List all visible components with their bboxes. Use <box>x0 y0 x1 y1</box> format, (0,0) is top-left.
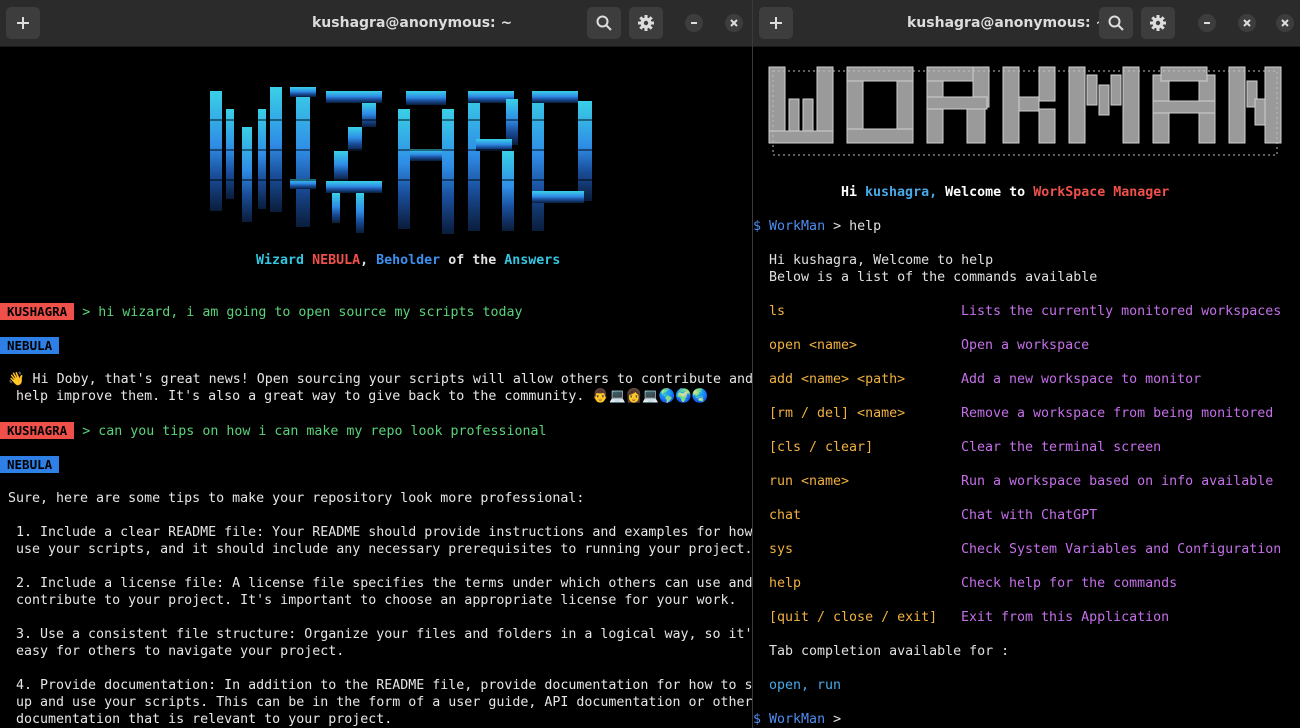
search-button[interactable] <box>587 7 621 39</box>
bot-reply-line: help improve them. It's also a great way… <box>8 389 709 404</box>
bot-reply-line: 4. Provide documentation: In addition to… <box>8 678 752 693</box>
command-name: [quit / close / exit] <box>769 610 938 625</box>
bot-reply-line: 👋 Hi Doby, that's great news! Open sourc… <box>8 372 752 387</box>
minimize-button[interactable] <box>1198 14 1216 32</box>
command-description: Check help for the commands <box>961 576 1178 591</box>
bot-reply-line: Sure, here are some tips to make your re… <box>8 491 585 506</box>
search-icon <box>1108 15 1124 31</box>
command-description: Run a workspace based on info available <box>961 474 1274 489</box>
workman-banner-art <box>768 66 1282 156</box>
command-name: open <name> <box>769 338 858 353</box>
maximize-button[interactable] <box>1238 14 1256 32</box>
search-icon <box>596 15 612 31</box>
bot-reply-line: easy for others to navigate your project… <box>8 644 345 659</box>
command-description: Chat with ChatGPT <box>961 508 1098 523</box>
tab-completion-values: open, run <box>769 678 842 693</box>
command-description: Exit from this Application <box>961 610 1170 625</box>
command-description: Check System Variables and Configuration <box>961 542 1282 557</box>
bot-reply-line: use your scripts, and it should include … <box>8 542 752 557</box>
wizard-subtitle: Wizard NEBULA, Beholder of the Answers <box>256 253 561 268</box>
terminal-output[interactable]: Hi kushagra, Welcome to WorkSpace Manage… <box>753 47 1300 728</box>
prompt-line: $ WorkMan > help <box>753 219 882 234</box>
command-description: Open a workspace <box>961 338 1090 353</box>
gear-icon <box>638 15 654 31</box>
tab-completion-label: Tab completion available for : <box>769 644 1010 659</box>
command-name: run <name> <box>769 474 850 489</box>
plus-icon <box>770 17 782 29</box>
bot-badge: NEBULA <box>0 456 60 473</box>
terminal-window-right[interactable]: kushagra@anonymous: ~ Hi kushagra, Welco… <box>753 0 1300 728</box>
command-name: ls <box>769 304 786 319</box>
welcome-line: Hi kushagra, Welcome to WorkSpace Manage… <box>841 185 1170 200</box>
menu-button[interactable] <box>1141 7 1175 39</box>
plus-icon <box>17 17 29 29</box>
command-name: sys <box>769 542 794 557</box>
user-message: > can you tips on how i can make my repo… <box>82 424 547 439</box>
close-button[interactable] <box>725 14 743 32</box>
titlebar: kushagra@anonymous: ~ <box>753 0 1300 47</box>
command-description: Remove a workspace from being monitored <box>961 406 1274 421</box>
maximize-icon <box>1243 19 1251 27</box>
command-name: add <name> <path> <box>769 372 906 387</box>
bot-reply-line: 1. Include a clear README file: Your REA… <box>8 525 752 540</box>
wizard-banner-art <box>206 87 598 234</box>
command-name: [cls / clear] <box>769 440 874 455</box>
prompt-line-active[interactable]: $ WorkMan > <box>753 711 841 728</box>
user-badge: KUSHAGRA <box>0 303 75 320</box>
user-message: > hi wizard, i am going to open source m… <box>82 305 523 320</box>
new-tab-button[interactable] <box>6 7 40 39</box>
minimize-icon <box>691 22 697 24</box>
command-name: help <box>769 576 802 591</box>
window-title: kushagra@anonymous: ~ <box>312 15 513 31</box>
command-description: Lists the currently monitored workspaces <box>961 304 1282 319</box>
bot-reply-line: contribute to your project. It's importa… <box>8 593 737 608</box>
bot-reply-line: 3. Use a consistent file structure: Orga… <box>8 627 752 642</box>
close-icon <box>730 19 738 27</box>
bot-badge: NEBULA <box>0 337 60 354</box>
minimize-button[interactable] <box>685 14 703 32</box>
user-badge: KUSHAGRA <box>0 422 75 439</box>
gear-icon <box>1150 15 1166 31</box>
chat-message-user: KUSHAGRA > can you tips on how i can mak… <box>0 422 547 439</box>
command-description: Add a new workspace to monitor <box>961 372 1202 387</box>
bot-reply-line: up and use your scripts. This can be in … <box>8 695 752 710</box>
close-button[interactable] <box>1276 14 1294 32</box>
terminal-output[interactable]: Wizard NEBULA, Beholder of the Answers K… <box>0 47 752 728</box>
command-name: [rm / del] <name> <box>769 406 906 421</box>
chat-message-user: KUSHAGRA > hi wizard, i am going to open… <box>0 303 523 320</box>
bot-reply-line: 2. Include a license file: A license fil… <box>8 576 752 591</box>
titlebar: kushagra@anonymous: ~ <box>0 0 752 47</box>
help-intro: Below is a list of the commands availabl… <box>769 270 1098 285</box>
bot-reply-line: documentation that is relevant to your p… <box>8 712 393 727</box>
window-title: kushagra@anonymous: ~ <box>907 15 1108 31</box>
close-icon <box>1281 19 1289 27</box>
minimize-icon <box>1204 22 1210 24</box>
terminal-window-left[interactable]: kushagra@anonymous: ~ Wizard NEBULA, Beh… <box>0 0 752 728</box>
help-intro: Hi kushagra, Welcome to help <box>769 253 994 268</box>
chat-label-bot: NEBULA <box>0 337 60 354</box>
command-name: chat <box>769 508 802 523</box>
search-button[interactable] <box>1099 7 1133 39</box>
command-description: Clear the terminal screen <box>961 440 1162 455</box>
menu-button[interactable] <box>629 7 663 39</box>
chat-label-bot: NEBULA <box>0 456 60 473</box>
new-tab-button[interactable] <box>759 7 793 39</box>
